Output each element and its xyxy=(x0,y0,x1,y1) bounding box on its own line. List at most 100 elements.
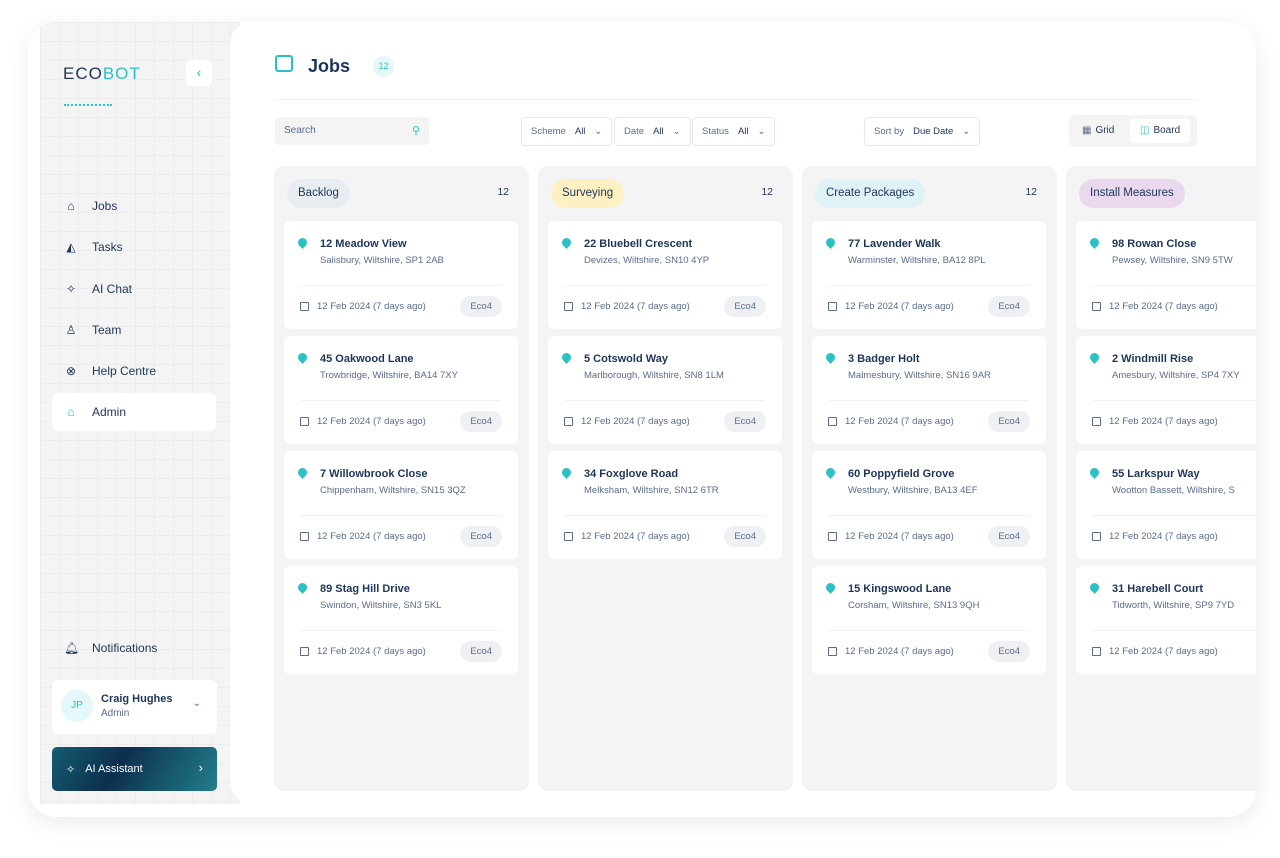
scheme-badge: Eco4 xyxy=(988,411,1030,432)
sidebar-item-label: Tasks xyxy=(92,240,123,254)
job-card[interactable]: 2 Windmill Rise Amesbury, Wiltshire, SP4… xyxy=(1076,336,1256,444)
divider xyxy=(564,515,766,516)
job-town: Warminster, Wiltshire, BA12 8PL xyxy=(848,255,986,266)
sort-dropdown[interactable]: Sort by Due Date ⌄ xyxy=(864,117,981,146)
filter-label: Scheme xyxy=(531,126,566,137)
job-card[interactable]: 55 Larkspur Way Wootton Bassett, Wiltshi… xyxy=(1076,451,1256,559)
tasks-icon: ◭ xyxy=(66,240,76,254)
briefcase-icon xyxy=(275,55,293,72)
board-view-button[interactable]: ◫ Board xyxy=(1130,119,1191,143)
ai-assistant-button[interactable]: ✧ AI Assistant › xyxy=(52,747,217,791)
chevron-down-icon: ⌄ xyxy=(192,698,201,709)
home-icon: ⌂ xyxy=(67,199,75,213)
job-town: Westbury, Wiltshire, BA13 4EF xyxy=(848,485,978,496)
column-count: 12 xyxy=(761,186,773,198)
scheme-badge: Eco4 xyxy=(724,411,766,432)
calendar-icon xyxy=(1092,532,1101,541)
divider xyxy=(275,99,1197,100)
home-icon: ⌂ xyxy=(67,405,75,419)
board-column: Backlog 12 12 Meadow View Salisbury, Wilt… xyxy=(274,166,529,791)
scheme-filter[interactable]: Scheme All ⌄ xyxy=(521,117,613,146)
view-label: Board xyxy=(1153,125,1181,136)
job-card[interactable]: 22 Bluebell Crescent Devizes, Wiltshire,… xyxy=(548,221,782,329)
user-icon: ♙ xyxy=(65,323,77,337)
map-pin-icon xyxy=(824,581,837,594)
user-menu[interactable]: JP Craig Hughes Admin ⌄ xyxy=(52,680,217,734)
calendar-icon xyxy=(564,532,573,541)
grid-view-button[interactable]: ▦ Grid xyxy=(1072,119,1124,143)
divider xyxy=(828,630,1030,631)
job-date: 12 Feb 2024 (7 days ago) xyxy=(845,301,954,312)
job-town: Tidworth, Wiltshire, SP9 7YD xyxy=(1112,600,1235,611)
job-card[interactable]: 34 Foxglove Road Melksham, Wiltshire, SN… xyxy=(548,451,782,559)
calendar-icon xyxy=(300,532,309,541)
sidebar-item-team[interactable]: ♙ Team xyxy=(52,311,216,349)
job-card[interactable]: 77 Lavender Walk Warminster, Wiltshire, … xyxy=(812,221,1046,329)
divider xyxy=(828,400,1030,401)
job-date: 12 Feb 2024 (7 days ago) xyxy=(581,531,690,542)
sidebar-item-label: Notifications xyxy=(92,641,158,655)
search-input[interactable]: Search ⚲ xyxy=(275,117,429,145)
sidebar-item-notifications[interactable]: 🔔︎ Notifications xyxy=(52,629,216,667)
map-pin-icon xyxy=(1088,236,1101,249)
map-pin-icon xyxy=(560,466,573,479)
job-card[interactable]: 89 Stag Hill Drive Swindon, Wiltshire, S… xyxy=(284,566,518,674)
column-title: Backlog xyxy=(287,179,350,208)
calendar-icon xyxy=(828,302,837,311)
calendar-icon xyxy=(828,647,837,656)
job-card[interactable]: 31 Harebell Court Tidworth, Wiltshire, S… xyxy=(1076,566,1256,674)
job-card[interactable]: 98 Rowan Close Pewsey, Wiltshire, SN9 5T… xyxy=(1076,221,1256,329)
column-title: Create Packages xyxy=(815,179,926,208)
bell-icon: 🔔︎ xyxy=(64,641,80,655)
date-filter[interactable]: Date All ⌄ xyxy=(614,117,691,146)
map-pin-icon xyxy=(296,581,309,594)
job-town: Malmesbury, Wiltshire, SN16 9AR xyxy=(848,370,991,381)
job-date: 12 Feb 2024 (7 days ago) xyxy=(581,416,690,427)
scheme-badge: Eco4 xyxy=(460,296,502,317)
map-pin-icon xyxy=(296,236,309,249)
job-town: Trowbridge, Wiltshire, BA14 7XY xyxy=(320,370,458,381)
job-card[interactable]: 15 Kingswood Lane Corsham, Wiltshire, SN… xyxy=(812,566,1046,674)
column-title: Install Measures xyxy=(1079,179,1185,208)
scheme-badge: Eco4 xyxy=(988,296,1030,317)
job-card[interactable]: 45 Oakwood Lane Trowbridge, Wiltshire, B… xyxy=(284,336,518,444)
sidebar-item-label: Help Centre xyxy=(92,364,157,378)
sidebar-item-jobs[interactable]: ⌂ Jobs xyxy=(52,187,216,225)
sidebar-item-label: Jobs xyxy=(92,199,118,213)
sort-label: Sort by xyxy=(874,126,905,137)
scheme-badge: Eco4 xyxy=(460,411,502,432)
job-card[interactable]: 7 Willowbrook Close Chippenham, Wiltshir… xyxy=(284,451,518,559)
search-placeholder: Search xyxy=(284,125,316,136)
status-filter[interactable]: Status All ⌄ xyxy=(692,117,776,146)
sidebar-item-ai-chat[interactable]: ✧ AI Chat xyxy=(52,270,216,308)
job-card[interactable]: 5 Cotswold Way Marlborough, Wiltshire, S… xyxy=(548,336,782,444)
sidebar-item-label: Admin xyxy=(92,405,127,419)
chevron-down-icon: ⌄ xyxy=(962,126,971,137)
filter-value: All xyxy=(574,126,586,137)
column-title: Surveying xyxy=(551,179,625,208)
map-pin-icon xyxy=(296,351,309,364)
map-pin-icon xyxy=(824,236,837,249)
job-date: 12 Feb 2024 (7 days ago) xyxy=(317,646,426,657)
scheme-badge: Eco4 xyxy=(724,526,766,547)
ai-assistant-label: AI Assistant xyxy=(85,763,143,775)
job-address: 7 Willowbrook Close xyxy=(320,468,428,480)
user-name: Craig Hughes xyxy=(101,693,173,705)
logo-text-accent: BOT xyxy=(102,64,141,83)
sidebar: ECOBOT ‹ ⌂ Jobs ◭ Tasks ✧ AI Chat ♙ Team ⊗ Help C… xyxy=(40,22,240,804)
sidebar-item-admin[interactable]: ⌂ Admin xyxy=(52,393,216,431)
collapse-sidebar-button[interactable]: ‹ xyxy=(186,60,212,86)
job-date: 12 Feb 2024 (7 days ago) xyxy=(317,416,426,427)
search-icon: ⚲ xyxy=(411,125,420,137)
sidebar-item-tasks[interactable]: ◭ Tasks xyxy=(52,228,216,266)
calendar-icon xyxy=(828,532,837,541)
column-count: 12 xyxy=(1025,186,1037,198)
job-card[interactable]: 60 Poppyfield Grove Westbury, Wiltshire,… xyxy=(812,451,1046,559)
job-address: 5 Cotswold Way xyxy=(584,353,668,365)
job-card[interactable]: 12 Meadow View Salisbury, Wiltshire, SP1… xyxy=(284,221,518,329)
board-column: Create Packages 12 77 Lavender Walk Warmi… xyxy=(802,166,1057,791)
job-card[interactable]: 3 Badger Holt Malmesbury, Wiltshire, SN1… xyxy=(812,336,1046,444)
chevron-down-icon: ⌄ xyxy=(672,126,681,137)
job-date: 12 Feb 2024 (7 days ago) xyxy=(845,646,954,657)
sidebar-item-help-centre[interactable]: ⊗ Help Centre xyxy=(52,352,216,390)
